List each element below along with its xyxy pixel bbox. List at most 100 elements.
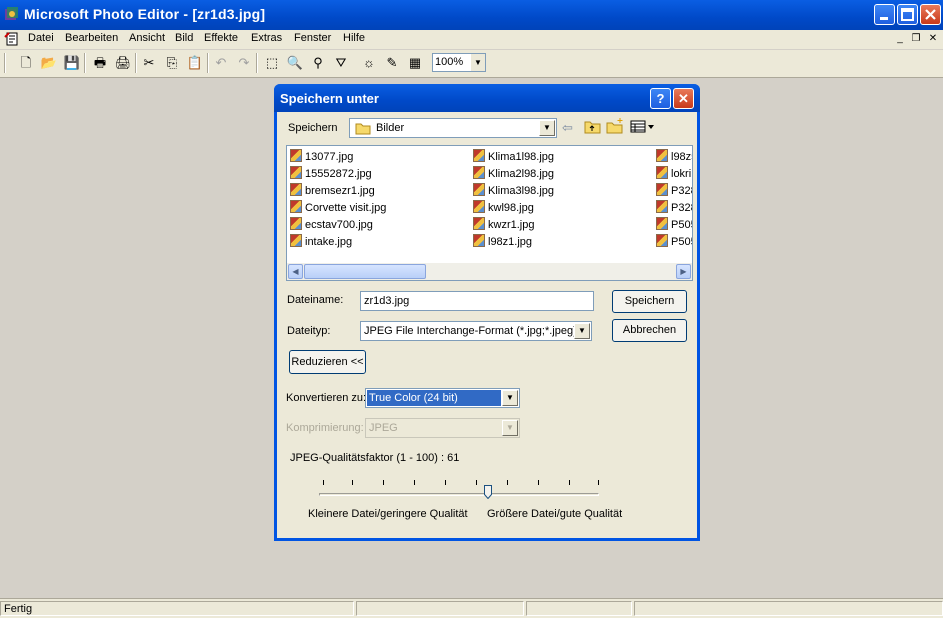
dialog-close-button[interactable]: ✕ (673, 88, 694, 109)
menu-extras[interactable]: Extras (251, 32, 282, 44)
jpg-file-icon (473, 166, 485, 179)
close-button[interactable] (920, 4, 941, 25)
document-icon[interactable] (4, 31, 20, 50)
horizontal-scrollbar[interactable]: ◀ ▶ (287, 263, 692, 280)
save-in-combo[interactable]: Bilder ▼ (349, 118, 557, 138)
convert-value: True Color (24 bit) (369, 392, 458, 404)
list-item[interactable]: Klima1l98.jpg (473, 149, 554, 165)
save-button[interactable]: Speichern (612, 290, 687, 313)
list-item[interactable]: intake.jpg (290, 234, 352, 250)
menu-hilfe[interactable]: Hilfe (343, 32, 365, 44)
scan-icon[interactable]: 🖨 (114, 54, 132, 72)
list-item[interactable]: 13077.jpg (290, 149, 353, 165)
jpg-file-icon (473, 234, 485, 247)
menu-ansicht[interactable]: Ansicht (129, 32, 165, 44)
list-item[interactable]: P505 (656, 234, 692, 250)
brightness-icon[interactable]: ☼ (360, 54, 378, 72)
save-icon[interactable]: 💾 (63, 54, 81, 72)
list-item[interactable]: lokri (656, 166, 691, 182)
list-item[interactable]: P328 (656, 183, 692, 199)
scrollbar-thumb[interactable] (304, 264, 426, 279)
paste-icon[interactable]: 📋 (186, 54, 204, 72)
list-item[interactable]: Klima3l98.jpg (473, 183, 554, 199)
slider-track[interactable] (319, 493, 599, 496)
slider-thumb[interactable] (483, 485, 492, 500)
folder-icon (355, 121, 371, 138)
list-item[interactable]: l98z5 (656, 149, 692, 165)
save-in-value: Bilder (376, 122, 405, 134)
up-folder-icon[interactable] (584, 119, 601, 137)
list-item[interactable]: 15552872.jpg (290, 166, 372, 182)
slider-tick (569, 480, 570, 485)
maximize-button[interactable] (897, 4, 918, 25)
status-panel: Fertig (0, 601, 354, 616)
menu-bar: Datei Bearbeiten Ansicht Bild Effekte Ex… (0, 30, 943, 49)
redo-icon[interactable]: ↷ (235, 54, 253, 72)
scroll-right-icon[interactable]: ▶ (676, 264, 691, 279)
list-item[interactable]: Corvette visit.jpg (290, 200, 386, 216)
back-arrow-icon[interactable]: ⇦ (562, 120, 573, 136)
list-item[interactable]: l98z1.jpg (473, 234, 532, 250)
scroll-left-icon[interactable]: ◀ (288, 264, 303, 279)
filetype-value: JPEG File Interchange-Format (*.jpg;*.jp… (364, 325, 577, 337)
select-rectangle-icon[interactable]: ⬚ (263, 54, 281, 72)
menu-datei[interactable]: Datei (28, 32, 54, 44)
open-folder-icon[interactable]: 📂 (40, 54, 58, 72)
list-item[interactable]: bremsezr1.jpg (290, 183, 375, 199)
chevron-down-icon[interactable]: ▼ (470, 54, 485, 71)
zoom-value: 100% (435, 56, 464, 68)
chevron-down-icon[interactable]: ▼ (539, 120, 555, 136)
list-item[interactable]: kwzr1.jpg (473, 217, 534, 233)
status-panel (634, 601, 943, 616)
file-list[interactable]: 13077.jpg 15552872.jpg bremsezr1.jpg Cor… (286, 145, 693, 281)
jpg-file-icon (290, 149, 302, 162)
pencil-icon[interactable]: ✎ (383, 54, 401, 72)
quality-label: JPEG-Qualitätsfaktor (1 - 100) : 61 (290, 452, 460, 464)
properties-icon[interactable]: ▦ (406, 54, 424, 72)
list-item[interactable]: P328 (656, 200, 692, 216)
menu-fenster[interactable]: Fenster (294, 32, 331, 44)
minimize-button[interactable] (874, 4, 895, 25)
copy-icon[interactable]: ⎘ (163, 54, 181, 72)
list-item[interactable]: Klima2l98.jpg (473, 166, 554, 182)
mdi-restore-icon[interactable]: ❐ (910, 33, 922, 45)
filetype-select[interactable]: JPEG File Interchange-Format (*.jpg;*.jp… (360, 321, 592, 341)
jpg-file-icon (473, 200, 485, 213)
menu-effekte[interactable]: Effekte (204, 32, 238, 44)
mdi-close-icon[interactable]: ✕ (927, 33, 939, 45)
toolbar-separator (207, 53, 209, 73)
help-button[interactable]: ? (650, 88, 671, 109)
status-panel (526, 601, 632, 616)
slider-tick (538, 480, 539, 485)
zoom-icon[interactable]: 🔍 (286, 54, 304, 72)
new-file-icon[interactable]: 🗋 (17, 54, 35, 72)
cancel-button[interactable]: Abbrechen (612, 319, 687, 342)
filename-field[interactable]: zr1d3.jpg (360, 291, 594, 311)
convert-select[interactable]: True Color (24 bit) ▼ (365, 388, 520, 408)
toolbar-separator (256, 53, 258, 73)
toolbar: 🗋 📂 💾 🖶 🖨 ✂ ⎘ 📋 ↶ ↷ ⬚ 🔍 ⚲ ⛛ ☼ ✎ ▦ 100% ▼ (0, 50, 943, 78)
jpg-file-icon (290, 200, 302, 213)
mdi-minimize-icon[interactable]: _ (894, 33, 906, 45)
list-item[interactable]: ecstav700.jpg (290, 217, 373, 233)
title-bar: Microsoft Photo Editor - [zr1d3.jpg] (0, 0, 943, 30)
zoom-select[interactable]: 100% ▼ (432, 53, 486, 72)
stamp-icon[interactable]: ⚲ (309, 54, 327, 72)
undo-icon[interactable]: ↶ (212, 54, 230, 72)
photo-editor-app-icon[interactable] (4, 6, 20, 22)
smudge-icon[interactable]: ⛛ (332, 54, 350, 72)
compression-select[interactable]: JPEG ▼ (365, 418, 520, 438)
menu-bild[interactable]: Bild (175, 32, 193, 44)
chevron-down-icon[interactable]: ▼ (574, 323, 590, 339)
list-item[interactable]: kwl98.jpg (473, 200, 534, 216)
jpg-file-icon (656, 217, 668, 230)
new-folder-icon[interactable] (606, 118, 624, 137)
chevron-down-icon[interactable]: ▼ (502, 390, 518, 406)
chevron-down-icon: ▼ (502, 420, 518, 436)
list-item[interactable]: P505 (656, 217, 692, 233)
menu-bearbeiten[interactable]: Bearbeiten (65, 32, 118, 44)
reduce-button[interactable]: Reduzieren << (289, 350, 366, 374)
print-icon[interactable]: 🖶 (91, 54, 109, 72)
cut-icon[interactable]: ✂ (140, 54, 158, 72)
view-menu-icon[interactable] (630, 120, 654, 136)
